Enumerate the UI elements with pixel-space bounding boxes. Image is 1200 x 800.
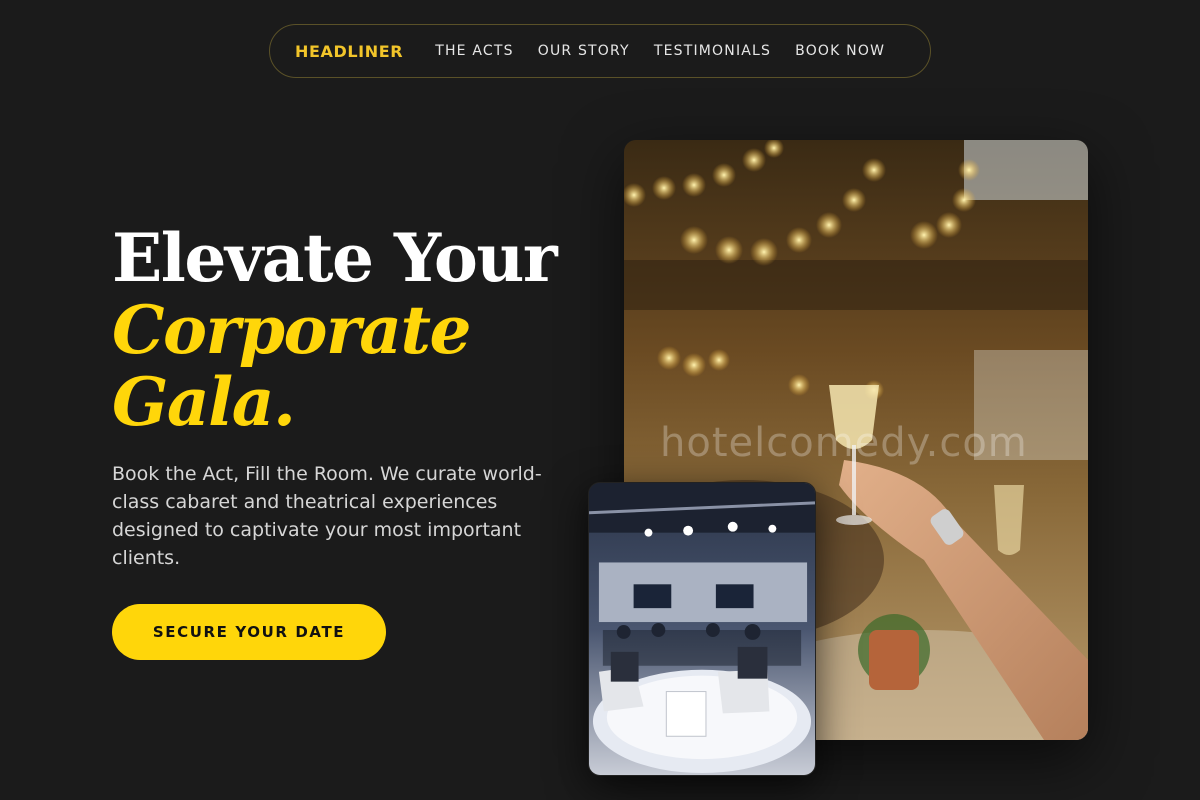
secure-date-button[interactable]: SECURE YOUR DATE xyxy=(112,604,386,660)
nav-link-testimonials[interactable]: TESTIMONIALS xyxy=(654,43,771,59)
panel-stage-photo xyxy=(588,482,816,776)
hero-title: Elevate Your Corporate Gala. xyxy=(112,219,558,441)
hero-title-accent-2: Gala. xyxy=(112,363,296,441)
nav-link-our-story[interactable]: OUR STORY xyxy=(538,43,630,59)
hero-title-accent-1: Corporate xyxy=(112,291,472,369)
nav-link-book-now[interactable]: BOOK NOW xyxy=(795,43,885,59)
brand-logo[interactable]: HEADLINER xyxy=(295,42,403,61)
nav-link-the-acts[interactable]: THE ACTS xyxy=(435,43,514,59)
hero-title-line1: Elevate Your xyxy=(112,219,558,297)
top-nav: HEADLINER THE ACTS OUR STORY TESTIMONIAL… xyxy=(269,24,931,78)
hero-description: Book the Act, Fill the Room. We curate w… xyxy=(112,463,542,569)
